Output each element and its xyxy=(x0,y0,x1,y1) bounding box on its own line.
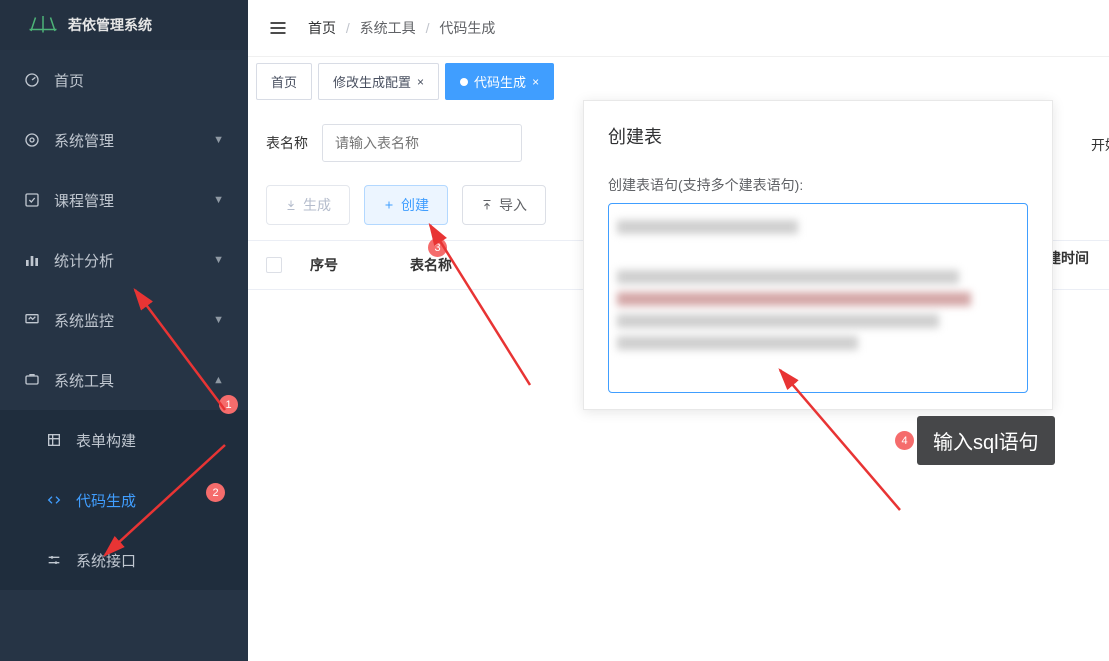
select-all-checkbox[interactable] xyxy=(266,257,282,273)
hamburger-toggle[interactable] xyxy=(268,18,288,38)
close-icon[interactable]: × xyxy=(417,75,424,89)
gear-icon xyxy=(24,132,40,148)
sidebar-item-dashboard[interactable]: 首页 xyxy=(0,50,248,110)
chevron-down-icon: ▼ xyxy=(213,134,224,146)
check-icon xyxy=(24,192,40,208)
sidebar-item-course[interactable]: 课程管理 ▼ xyxy=(0,170,248,230)
close-icon[interactable]: × xyxy=(532,75,539,89)
table-name-input[interactable] xyxy=(322,124,522,162)
monitor-icon xyxy=(24,312,40,328)
breadcrumb-item[interactable]: 首页 xyxy=(308,20,336,36)
breadcrumb-item[interactable]: 系统工具 xyxy=(360,20,416,36)
dialog-title: 创建表 xyxy=(584,101,1052,171)
sidebar-label: 系统管理 xyxy=(54,130,199,151)
chart-icon xyxy=(24,252,40,268)
sliders-icon xyxy=(46,552,62,568)
sidebar-label: 首页 xyxy=(54,70,224,91)
topbar: 首页 / 系统工具 / 代码生成 xyxy=(248,0,1109,57)
sidebar-label: 统计分析 xyxy=(54,250,199,271)
annotation-arrow-3 xyxy=(420,215,550,405)
plus-icon xyxy=(383,199,395,211)
hamburger-icon xyxy=(268,18,288,38)
code-icon xyxy=(46,492,62,508)
breadcrumb: 首页 / 系统工具 / 代码生成 xyxy=(308,18,495,38)
col-index: 序号 xyxy=(310,255,410,275)
annotation-arrow-4 xyxy=(770,360,920,530)
breadcrumb-item: 代码生成 xyxy=(439,20,495,36)
form-icon xyxy=(46,432,62,448)
app-title: 若依管理系统 xyxy=(68,15,152,35)
sidebar-item-system-manage[interactable]: 系统管理 ▼ xyxy=(0,110,248,170)
annotation-arrow-1 xyxy=(115,280,255,440)
tab-codegen[interactable]: 代码生成× xyxy=(445,63,554,100)
tab-edit-config[interactable]: 修改生成配置× xyxy=(318,63,439,100)
dashboard-icon xyxy=(24,72,40,88)
tab-home[interactable]: 首页 xyxy=(256,63,312,100)
sidebar-label: 课程管理 xyxy=(54,190,199,211)
app-logo[interactable]: 若依管理系统 xyxy=(0,0,248,50)
tab-bar: 首页 修改生成配置× 代码生成× xyxy=(248,57,1109,106)
chevron-down-icon: ▼ xyxy=(213,254,224,266)
partial-label: 开好 xyxy=(1091,135,1109,155)
tool-icon xyxy=(24,372,40,388)
upload-icon xyxy=(481,199,493,211)
download-icon xyxy=(285,199,297,211)
dialog-label: 创建表语句(支持多个建表语句): xyxy=(608,175,1028,195)
annotation-tooltip: 输入sql语句 xyxy=(917,416,1055,465)
col-time: 建时间 xyxy=(1047,248,1089,268)
generate-button[interactable]: 生成 xyxy=(266,185,350,225)
table-name-label: 表名称 xyxy=(266,133,308,153)
logo-icon xyxy=(28,15,58,35)
annotation-arrow-2 xyxy=(95,435,255,565)
chevron-down-icon: ▼ xyxy=(213,194,224,206)
